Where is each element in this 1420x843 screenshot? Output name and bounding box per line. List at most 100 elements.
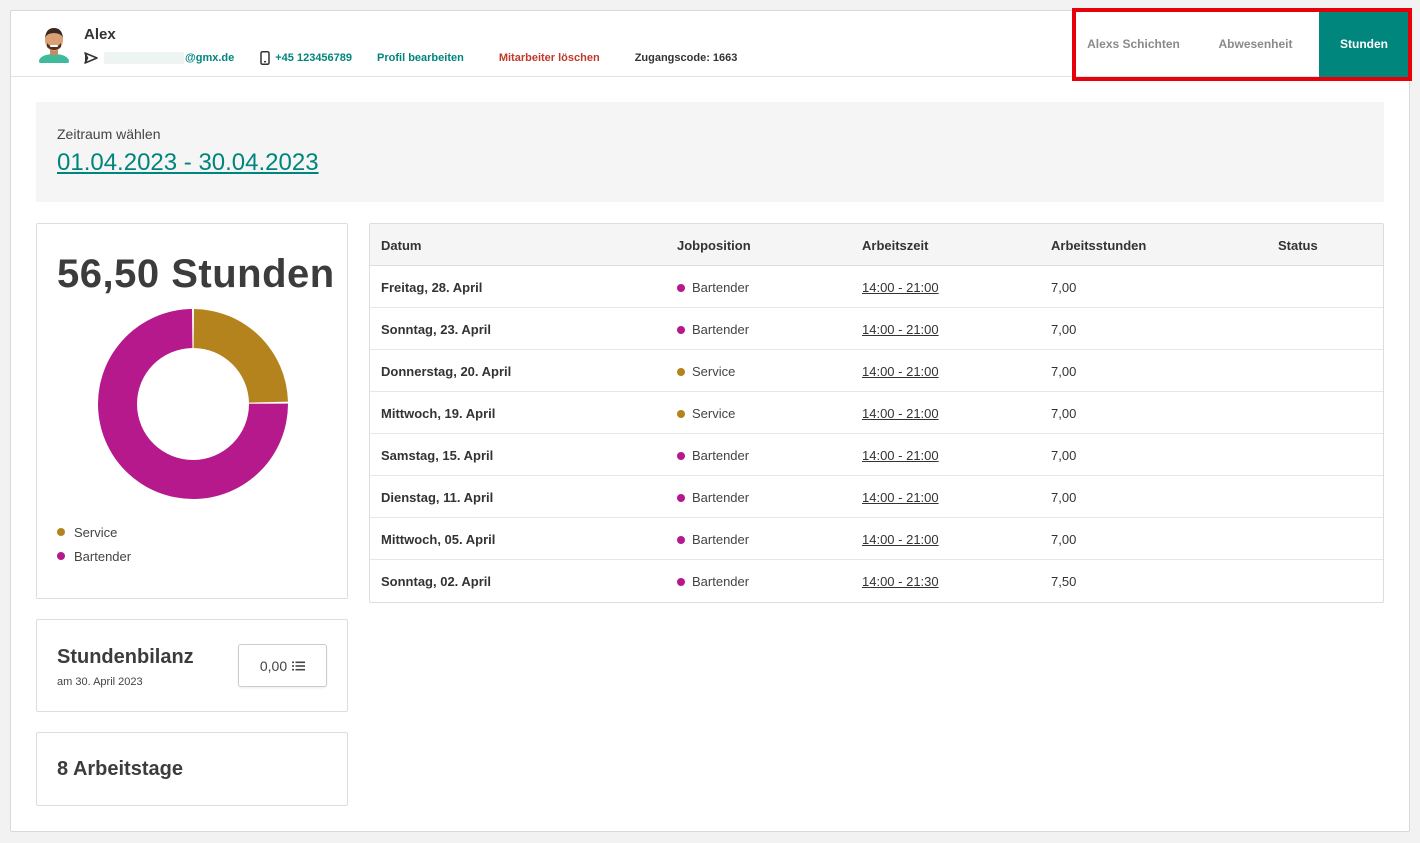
- job-dot: [677, 493, 685, 502]
- row-hours: 7,00: [1051, 532, 1077, 547]
- hours-donut-chart: [98, 309, 288, 499]
- table-row[interactable]: Donnerstag, 20. April Service 14:00 - 21:0…: [370, 350, 1383, 392]
- workdays-panel: 8 Arbeitstage: [36, 732, 348, 806]
- balance-date: am 30. April 2023: [57, 676, 143, 688]
- row-hours: 7,50: [1051, 574, 1077, 589]
- period-label: Zeitraum wählen: [57, 126, 161, 142]
- job-dot: [677, 535, 685, 544]
- balance-value: 0,00: [259, 657, 288, 674]
- job-dot: [677, 367, 685, 376]
- edit-profile-link[interactable]: Profil bearbeiten: [377, 52, 464, 64]
- row-hours: 7,00: [1051, 406, 1077, 421]
- row-hours: 7,00: [1051, 322, 1077, 337]
- row-date: Samstag, 15. April: [381, 448, 494, 463]
- row-job-label: Bartender: [692, 574, 750, 589]
- hours-balance-panel: Stundenbilanz am 30. April 2023 0,00: [36, 619, 348, 712]
- col-date-header: Datum: [381, 238, 422, 253]
- table-row[interactable]: Mittwoch, 05. April Bartender 14:00 - 21:0…: [370, 518, 1383, 560]
- balance-title: Stundenbilanz: [57, 646, 194, 668]
- hours-summary-panel: 56,50 Stunden Service Bartender: [36, 223, 348, 599]
- row-job-label: Service: [692, 406, 736, 421]
- row-job-label: Service: [692, 364, 736, 379]
- row-date: Sonntag, 23. April: [381, 322, 492, 337]
- job-dot: [677, 451, 685, 460]
- legend-label-service: Service: [74, 524, 118, 540]
- row-time-link[interactable]: 14:00 - 21:00: [862, 406, 939, 421]
- legend-item-service: Service: [57, 520, 131, 544]
- row-job-label: Bartender: [692, 532, 750, 547]
- table-body: Freitag, 28. April Bartender 14:00 - 21:00…: [370, 266, 1383, 602]
- employee-header: Alex @gmx.de +45 123456789 Profil bearbe…: [11, 8, 1412, 81]
- row-date: Mittwoch, 19. April: [381, 406, 496, 421]
- row-date: Donnerstag, 20. April: [381, 364, 512, 379]
- row-job: Bartender: [677, 280, 749, 295]
- job-dot: [677, 283, 685, 292]
- phone-link[interactable]: +45 123456789: [275, 52, 352, 64]
- workdays-count: 8 Arbeitstage: [57, 758, 183, 780]
- employee-name: Alex: [84, 26, 116, 43]
- send-icon: [84, 52, 98, 64]
- row-job: Bartender: [677, 532, 749, 547]
- email-link[interactable]: @gmx.de: [185, 52, 234, 64]
- access-code: Zugangscode: 1663: [634, 52, 738, 64]
- row-hours: 7,00: [1051, 364, 1077, 379]
- legend-item-bartender: Bartender: [57, 544, 131, 568]
- legend-dot-bartender: [57, 552, 65, 560]
- employee-info-row: @gmx.de +45 123456789 Profil bearbeiten …: [84, 50, 737, 66]
- job-dot: [677, 325, 685, 334]
- row-job: Bartender: [677, 574, 749, 589]
- period-range-link[interactable]: 01.04.2023 - 30.04.2023: [57, 149, 319, 177]
- row-job: Bartender: [677, 322, 749, 337]
- row-date: Dienstag, 11. April: [381, 490, 494, 505]
- donut-slice-service: [193, 309, 288, 403]
- row-date: Mittwoch, 05. April: [381, 532, 496, 547]
- row-hours: 7,00: [1051, 490, 1077, 505]
- row-hours: 7,00: [1051, 280, 1077, 295]
- period-selector: Zeitraum wählen 01.04.2023 - 30.04.2023: [36, 102, 1384, 202]
- row-date: Sonntag, 02. April: [381, 574, 492, 589]
- row-date: Freitag, 28. April: [381, 280, 483, 295]
- delete-employee-link[interactable]: Mitarbeiter löschen: [499, 52, 600, 64]
- tabs-highlight-box: [1072, 8, 1412, 81]
- row-time-link[interactable]: 14:00 - 21:00: [862, 322, 939, 337]
- total-hours: 56,50 Stunden: [57, 252, 335, 296]
- hours-table: Datum Jobposition Arbeitszeit Arbeitsstu…: [369, 223, 1384, 603]
- avatar: [39, 28, 69, 63]
- row-job-label: Bartender: [692, 448, 750, 463]
- row-time-link[interactable]: 14:00 - 21:00: [862, 448, 939, 463]
- row-job: Service: [677, 406, 735, 421]
- row-job: Bartender: [677, 448, 749, 463]
- employee-card: Alex @gmx.de +45 123456789 Profil bearbe…: [10, 8, 1412, 832]
- table-row[interactable]: Sonntag, 02. April Bartender 14:00 - 21:30…: [370, 560, 1383, 602]
- row-job: Bartender: [677, 490, 749, 505]
- col-hours-header: Arbeitsstunden: [1051, 238, 1147, 253]
- table-row[interactable]: Samstag, 15. April Bartender 14:00 - 21:00…: [370, 434, 1383, 476]
- row-time-link[interactable]: 14:00 - 21:00: [862, 364, 939, 379]
- row-job-label: Bartender: [692, 490, 750, 505]
- list-icon: [292, 661, 306, 670]
- row-job-label: Bartender: [692, 280, 750, 295]
- row-job: Service: [677, 364, 735, 379]
- balance-button[interactable]: 0,00: [238, 644, 327, 687]
- row-time-link[interactable]: 14:00 - 21:00: [862, 490, 939, 505]
- job-dot: [677, 409, 685, 418]
- row-time-link[interactable]: 14:00 - 21:30: [862, 574, 939, 589]
- col-time-header: Arbeitszeit: [862, 238, 929, 253]
- legend-label-bartender: Bartender: [74, 548, 132, 564]
- col-status-header: Status: [1278, 238, 1318, 253]
- row-time-link[interactable]: 14:00 - 21:00: [862, 532, 939, 547]
- table-row[interactable]: Sonntag, 23. April Bartender 14:00 - 21:00…: [370, 308, 1383, 350]
- table-row[interactable]: Mittwoch, 19. April Service 14:00 - 21:00 7…: [370, 392, 1383, 434]
- phone-icon: [260, 51, 270, 65]
- row-job-label: Bartender: [692, 322, 750, 337]
- email-redacted: [104, 52, 184, 64]
- legend-dot-service: [57, 528, 65, 536]
- job-dot: [677, 577, 685, 586]
- row-time-link[interactable]: 14:00 - 21:00: [862, 280, 939, 295]
- col-job-header: Jobposition: [677, 238, 751, 253]
- chart-legend: Service Bartender: [57, 520, 131, 568]
- table-header: Datum Jobposition Arbeitszeit Arbeitsstu…: [370, 224, 1383, 266]
- table-row[interactable]: Dienstag, 11. April Bartender 14:00 - 21:0…: [370, 476, 1383, 518]
- table-row[interactable]: Freitag, 28. April Bartender 14:00 - 21:00…: [370, 266, 1383, 308]
- row-hours: 7,00: [1051, 448, 1077, 463]
